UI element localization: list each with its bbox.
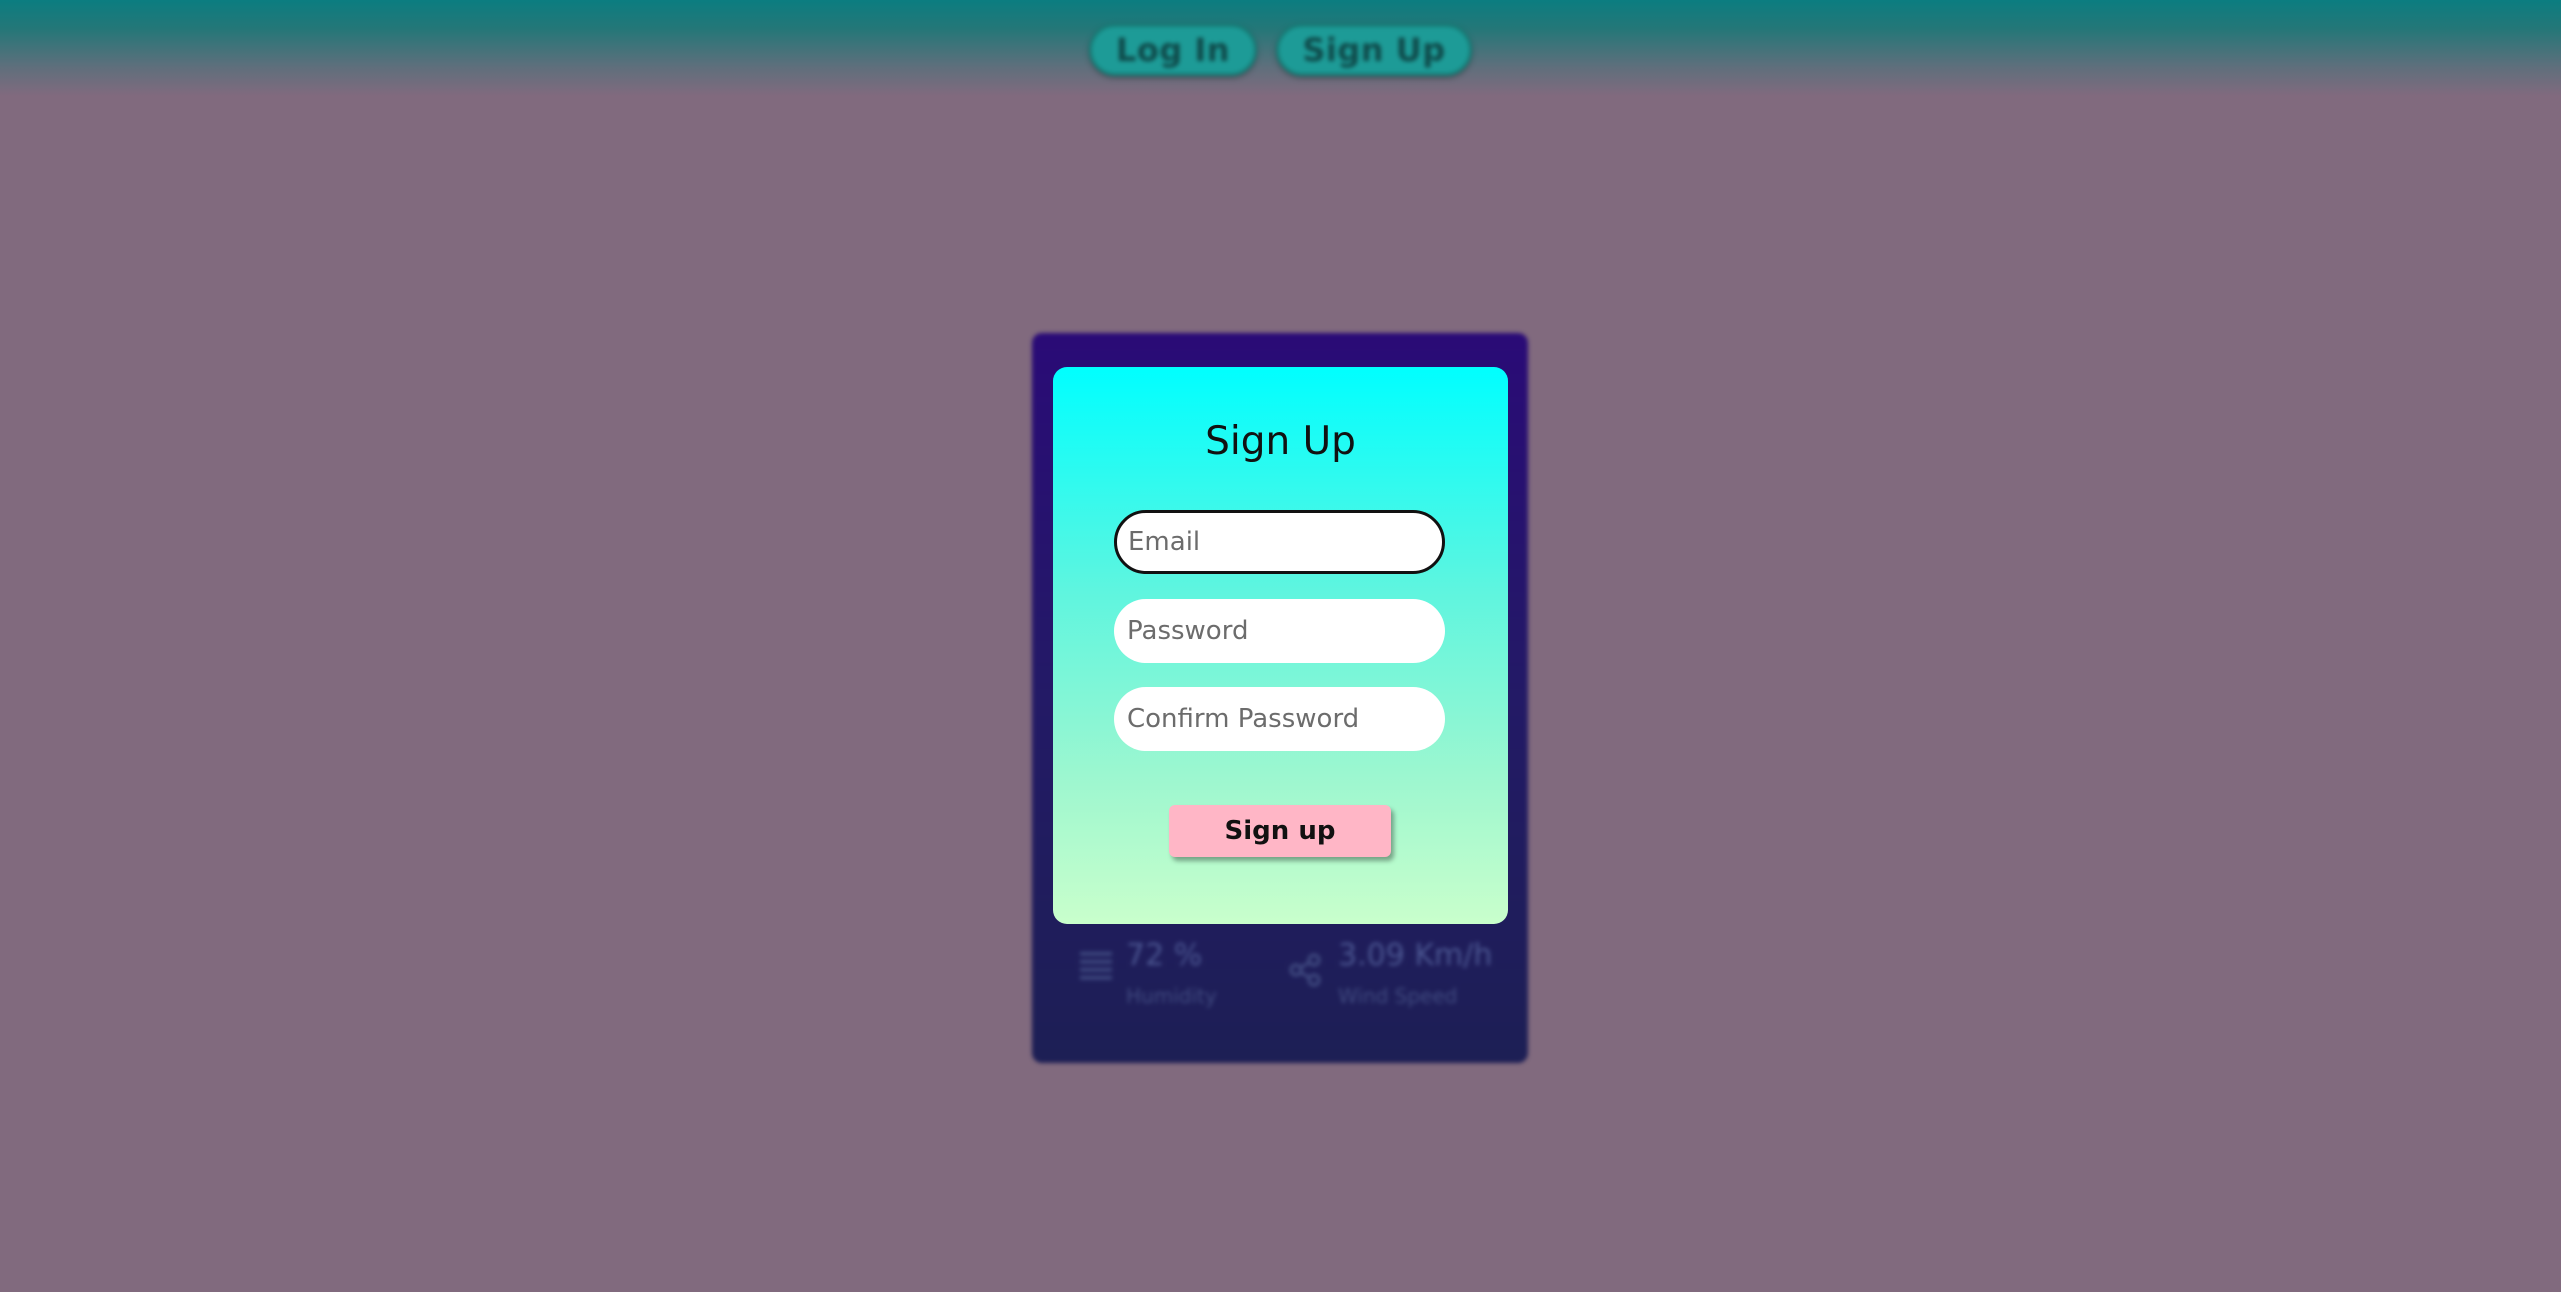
login-nav-button[interactable]: Log In bbox=[1089, 24, 1257, 76]
wind-icon bbox=[1289, 953, 1321, 987]
humidity-value: 72 % bbox=[1126, 938, 1203, 973]
confirm-password-input[interactable] bbox=[1114, 687, 1445, 751]
signup-nav-button[interactable]: Sign Up bbox=[1276, 24, 1472, 76]
weather-stats: 72 % Humidity 3.09 Km/h Wind Speed bbox=[1032, 938, 1528, 1038]
nav-buttons: Log In Sign Up bbox=[0, 0, 2561, 96]
wind-speed-value: 3.09 Km/h bbox=[1338, 938, 1493, 973]
humidity-label: Humidity bbox=[1126, 984, 1217, 1008]
signup-form: Sign Up Sign up bbox=[1053, 367, 1508, 924]
signup-title: Sign Up bbox=[1205, 419, 1356, 464]
password-input[interactable] bbox=[1114, 599, 1445, 663]
signup-submit-button[interactable]: Sign up bbox=[1169, 805, 1391, 857]
email-input[interactable] bbox=[1114, 510, 1445, 574]
wind-speed-label: Wind Speed bbox=[1338, 984, 1458, 1008]
humidity-lines-icon bbox=[1080, 952, 1112, 980]
